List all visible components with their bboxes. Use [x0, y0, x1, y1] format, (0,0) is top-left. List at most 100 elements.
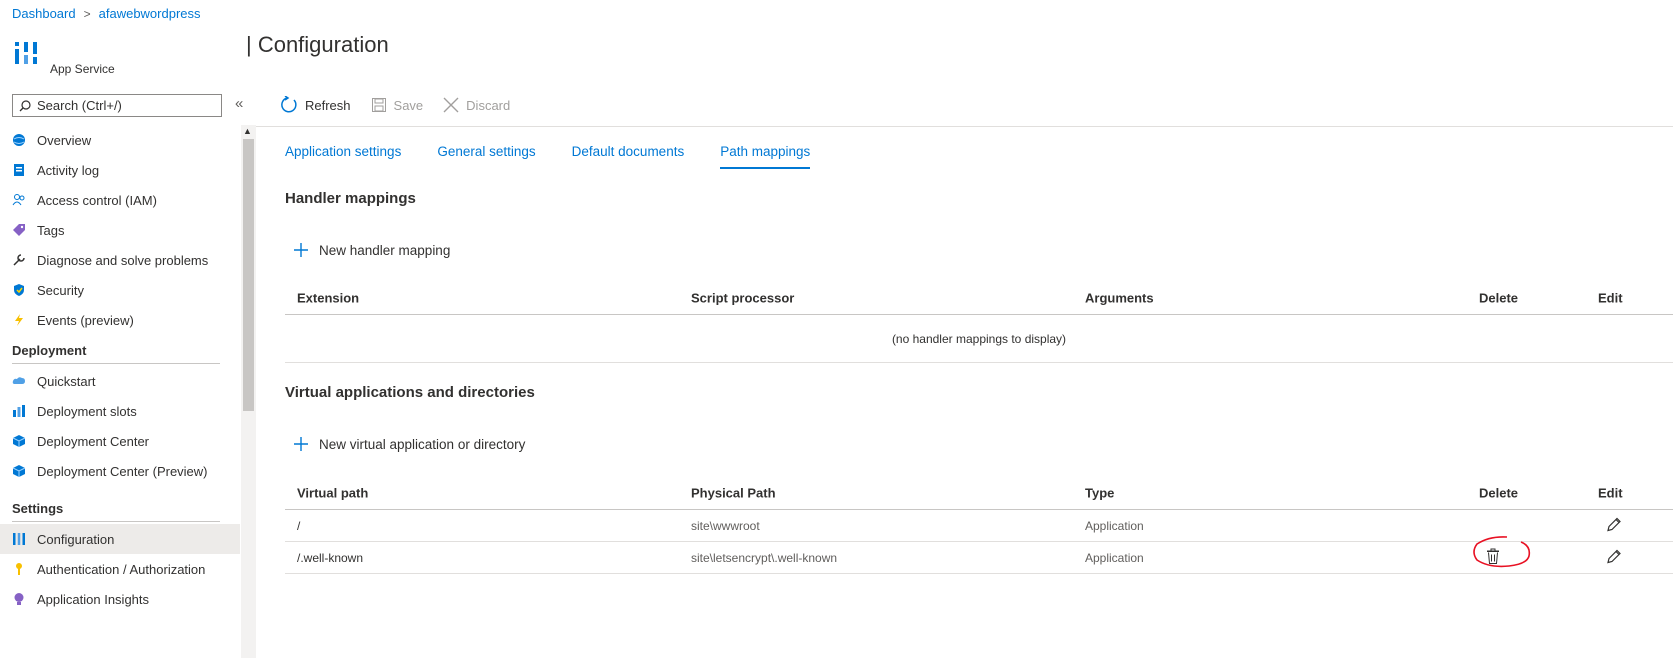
sidebar-item-authentication[interactable]: Authentication / Authorization	[0, 554, 240, 584]
tab-general-settings[interactable]: General settings	[437, 144, 535, 169]
page-title: | Configuration	[246, 32, 389, 57]
refresh-label: Refresh	[305, 97, 351, 113]
type-cell: Application	[1085, 550, 1144, 565]
type-cell: Application	[1085, 518, 1144, 533]
config-tabs: Application settings General settings De…	[285, 144, 846, 169]
empty-message: (no handler mappings to display)	[285, 315, 1673, 363]
sidebar-scrollbar[interactable]: ▲	[241, 125, 256, 658]
tab-default-documents[interactable]: Default documents	[572, 144, 685, 169]
sidebar-item-deployment-center-preview[interactable]: Deployment Center (Preview)	[0, 456, 240, 486]
sidebar-item-label: Security	[37, 282, 84, 298]
sidebar-item-activity-log[interactable]: Activity log	[0, 155, 240, 185]
new-virtual-app-label: New virtual application or directory	[319, 436, 526, 452]
sidebar-item-configuration[interactable]: Configuration	[0, 524, 240, 554]
handler-mappings-table: Extension Script processor Arguments Del…	[285, 281, 1673, 363]
sidebar-item-label: Configuration	[37, 531, 115, 547]
virtual-apps-heading: Virtual applications and directories	[285, 384, 535, 401]
scrollbar-thumb[interactable]	[243, 139, 254, 411]
sidebar-item-diagnose[interactable]: Diagnose and solve problems	[0, 245, 240, 275]
bulb-icon	[12, 592, 26, 606]
sidebar-item-quickstart[interactable]: Quickstart	[0, 366, 240, 396]
virtual-path-cell: /	[297, 518, 301, 533]
edit-pencil-icon[interactable]	[1606, 548, 1622, 567]
sidebar-item-access-control[interactable]: Access control (IAM)	[0, 185, 240, 215]
globe-icon	[12, 133, 26, 147]
lightning-icon	[12, 313, 26, 327]
virtual-apps-table: Virtual path Physical Path Type Delete E…	[285, 476, 1673, 574]
scroll-up-arrow-icon[interactable]: ▲	[243, 126, 252, 136]
column-header: Edit	[1598, 290, 1623, 305]
log-icon	[12, 163, 26, 177]
column-header: Physical Path	[691, 485, 776, 500]
save-button[interactable]: Save	[371, 97, 423, 113]
annotation-circle	[1473, 536, 1531, 568]
section-deployment: Deployment	[12, 343, 87, 358]
tab-path-mappings[interactable]: Path mappings	[720, 144, 811, 169]
new-handler-mapping-button[interactable]: New handler mapping	[293, 242, 450, 258]
sidebar-item-app-insights[interactable]: Application Insights	[0, 584, 240, 614]
wrench-icon	[12, 253, 26, 267]
sidebar-item-tags[interactable]: Tags	[0, 215, 240, 245]
section-settings: Settings	[12, 501, 64, 516]
sidebar-item-security[interactable]: Security	[0, 275, 240, 305]
toolbar-divider	[256, 126, 1673, 127]
section-divider	[12, 521, 220, 522]
table-row: /.well-known site\letsencrypt\.well-know…	[285, 542, 1673, 574]
sidebar-item-label: Deployment slots	[37, 403, 137, 419]
collapse-sidebar-button[interactable]: «	[235, 95, 243, 112]
column-header: Arguments	[1085, 290, 1154, 305]
column-header: Delete	[1479, 485, 1519, 500]
section-divider	[12, 363, 220, 364]
app-subtitle: App Service	[50, 62, 115, 76]
breadcrumb-separator: >	[83, 6, 91, 21]
plus-icon	[294, 243, 308, 257]
table-header: Virtual path Physical Path Type Delete E…	[285, 476, 1673, 510]
sidebar-item-deployment-slots[interactable]: Deployment slots	[0, 396, 240, 426]
sidebar-item-overview[interactable]: Overview	[0, 125, 240, 155]
sidebar-item-label: Application Insights	[37, 591, 150, 607]
config-icon	[12, 532, 26, 546]
column-header: Type	[1085, 485, 1115, 500]
table-row: / site\wwwroot Application	[285, 510, 1673, 542]
refresh-icon	[281, 96, 297, 113]
edit-pencil-icon[interactable]	[1606, 516, 1622, 535]
column-header: Delete	[1479, 290, 1519, 305]
sidebar-item-deployment-center[interactable]: Deployment Center	[0, 426, 240, 456]
cube-icon	[12, 434, 26, 448]
sidebar-item-events[interactable]: Events (preview)	[0, 305, 240, 335]
tag-icon	[12, 223, 26, 237]
sidebar-item-label: Deployment Center	[37, 433, 149, 449]
physical-path-cell: site\wwwroot	[691, 518, 760, 533]
sidebar-item-label: Authentication / Authorization	[37, 561, 206, 577]
search-input[interactable]	[37, 98, 207, 113]
refresh-button[interactable]: Refresh	[280, 96, 351, 114]
sidebar-item-label: Access control (IAM)	[37, 192, 157, 208]
sidebar-item-label: Deployment Center (Preview)	[37, 463, 208, 479]
discard-label: Discard	[466, 97, 511, 113]
cube-icon	[12, 464, 26, 478]
column-header: Virtual path	[297, 485, 369, 500]
save-icon	[371, 98, 386, 112]
discard-button[interactable]: Discard	[443, 97, 510, 113]
virtual-path-cell: /.well-known	[297, 550, 364, 565]
shield-icon	[12, 283, 26, 297]
sidebar-item-label: Events (preview)	[37, 312, 134, 328]
sidebar-item-label: Activity log	[37, 162, 100, 178]
search-box[interactable]	[12, 94, 222, 117]
physical-path-cell: site\letsencrypt\.well-known	[691, 550, 838, 565]
column-header: Script processor	[691, 290, 795, 305]
cloud-icon	[12, 374, 26, 388]
breadcrumb-resource-link[interactable]: afawebwordpress	[99, 6, 201, 21]
sidebar-item-label: Tags	[37, 222, 65, 238]
close-icon	[443, 97, 459, 113]
sidebar-item-label: Quickstart	[37, 373, 96, 389]
breadcrumb-dashboard-link[interactable]: Dashboard	[12, 6, 76, 21]
plus-icon	[294, 437, 308, 451]
tab-application-settings[interactable]: Application settings	[285, 144, 401, 169]
people-icon	[12, 193, 26, 207]
new-virtual-app-button[interactable]: New virtual application or directory	[293, 436, 525, 452]
search-icon	[19, 99, 31, 111]
sidebar: Overview Activity log Access control (IA…	[0, 125, 240, 658]
new-handler-mapping-label: New handler mapping	[319, 242, 451, 258]
sidebar-item-label: Overview	[37, 132, 92, 148]
